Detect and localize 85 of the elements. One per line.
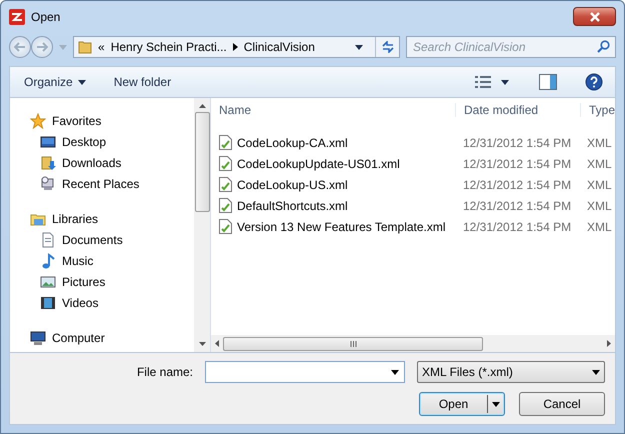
column-header[interactable]: Name — [211, 103, 456, 117]
date-cell-text: 12/31/2012 1:54 PM — [462, 220, 572, 234]
folder-icon — [40, 154, 56, 170]
file-row[interactable]: CodeLookup-US.xml 12/31/2012 1:54 PM XML — [211, 174, 615, 195]
scroll-left-icon[interactable] — [215, 340, 219, 347]
open-button[interactable]: Open — [419, 392, 505, 416]
organize-button[interactable]: Organize — [16, 72, 94, 92]
type-cell-text: XML — [586, 220, 613, 234]
help-icon — [585, 73, 603, 91]
nav-item[interactable]: Music — [10, 250, 194, 271]
file-name: CodeLookup-CA.xml — [237, 136, 348, 150]
file-name-label: File name: — [136, 365, 193, 379]
cancel-button[interactable]: Cancel — [519, 392, 605, 416]
dropdown-caret-icon[interactable] — [391, 370, 399, 375]
nav-group-item[interactable]: Favorites — [10, 110, 194, 131]
vertical-scrollbar[interactable] — [194, 98, 210, 352]
separator-arrow-icon[interactable] — [232, 43, 238, 51]
caret-icon — [501, 80, 509, 84]
close-icon — [588, 12, 600, 22]
film-icon — [40, 294, 56, 310]
picture-icon — [40, 274, 56, 290]
right-arrow-icon — [36, 42, 48, 52]
grip-icon — [350, 340, 356, 346]
file-row[interactable]: CodeLookupUpdate-US01.xml 12/31/2012 1:54 PM XML — [211, 153, 615, 174]
caret-icon — [592, 370, 600, 374]
breadcrumb[interactable]: Henry Schein Practi... — [110, 40, 227, 54]
caret-icon — [78, 80, 86, 84]
nav-item[interactable]: Videos — [10, 292, 194, 313]
scroll-down-icon[interactable] — [198, 342, 206, 346]
preview-pane-icon — [539, 74, 557, 90]
monitor-icon — [40, 134, 56, 150]
close-button[interactable] — [573, 7, 616, 26]
nav-item[interactable]: Pictures — [10, 271, 194, 292]
nav-item[interactable]: Desktop — [10, 131, 194, 152]
file-row[interactable]: CodeLookup-CA.xml 12/31/2012 1:54 PM XML — [211, 132, 615, 153]
date-cell-text: 12/31/2012 1:54 PM — [462, 136, 572, 150]
xml-file-icon — [219, 177, 232, 192]
date-cell-text: 12/31/2012 1:54 PM — [462, 198, 572, 212]
music-note-icon — [40, 252, 56, 268]
caret-icon — [492, 402, 500, 406]
details-view-icon — [475, 75, 491, 89]
overflow-chevron[interactable]: « — [98, 40, 105, 54]
scroll-up-icon[interactable] — [198, 104, 206, 108]
date-cell-text: 12/31/2012 1:54 PM — [462, 178, 572, 192]
nav-group-item[interactable]: Libraries — [10, 208, 194, 229]
scroll-right-icon[interactable] — [607, 340, 611, 347]
file-name: DefaultShortcuts.xml — [237, 198, 348, 212]
type-cell-text: XML — [586, 198, 613, 212]
address-bar[interactable]: « Henry Schein Practi... ClinicalVision — [73, 36, 400, 58]
xml-file-icon — [219, 198, 232, 213]
file-name: CodeLookupUpdate-US01.xml — [237, 156, 400, 170]
type-cell-text: XML — [586, 156, 613, 170]
xml-file-icon — [219, 156, 232, 171]
type-cell-text: XML — [586, 178, 613, 192]
file-name-field[interactable] — [205, 361, 405, 383]
column-header[interactable]: Type — [581, 103, 615, 117]
computer-icon — [30, 330, 46, 346]
horizontal-scrollbar[interactable] — [211, 335, 615, 352]
star-icon — [30, 112, 46, 128]
nav-group-item[interactable]: Computer — [10, 327, 194, 348]
xml-file-icon — [219, 135, 232, 150]
nav-item[interactable]: Downloads — [10, 152, 194, 173]
left-arrow-icon — [14, 42, 26, 52]
app-logo-icon — [9, 8, 25, 24]
refresh-icon — [380, 41, 394, 53]
folder-icon — [78, 40, 92, 54]
file-row[interactable]: DefaultShortcuts.xml 12/31/2012 1:54 PM XML — [211, 195, 615, 216]
window-title: Open — [31, 10, 62, 24]
nav-item[interactable]: Documents — [10, 229, 194, 250]
xml-file-icon — [219, 219, 232, 234]
search-icon — [597, 40, 610, 53]
breadcrumb[interactable]: ClinicalVision — [244, 40, 315, 54]
document-icon — [40, 232, 56, 248]
file-name: CodeLookup-US.xml — [237, 178, 348, 192]
file-name: Version 13 New Features Template.xml — [237, 220, 446, 234]
file-row[interactable]: Version 13 New Features Template.xml 12/31/2012 1:54 PM XML — [211, 216, 615, 237]
file-type-dropdown[interactable]: XML Files (*.xml) — [417, 361, 605, 383]
dropdown-caret-icon[interactable] — [355, 44, 363, 50]
type-cell-text: XML — [586, 136, 613, 150]
new-folder-button[interactable]: New folder — [106, 72, 180, 92]
recent-places-icon — [40, 176, 56, 192]
nav-item[interactable]: Recent Places — [10, 173, 194, 194]
date-cell-text: 12/31/2012 1:54 PM — [462, 156, 572, 170]
search-field[interactable]: Search ClinicalVision — [406, 36, 616, 58]
column-header[interactable]: Date modified — [456, 103, 581, 117]
